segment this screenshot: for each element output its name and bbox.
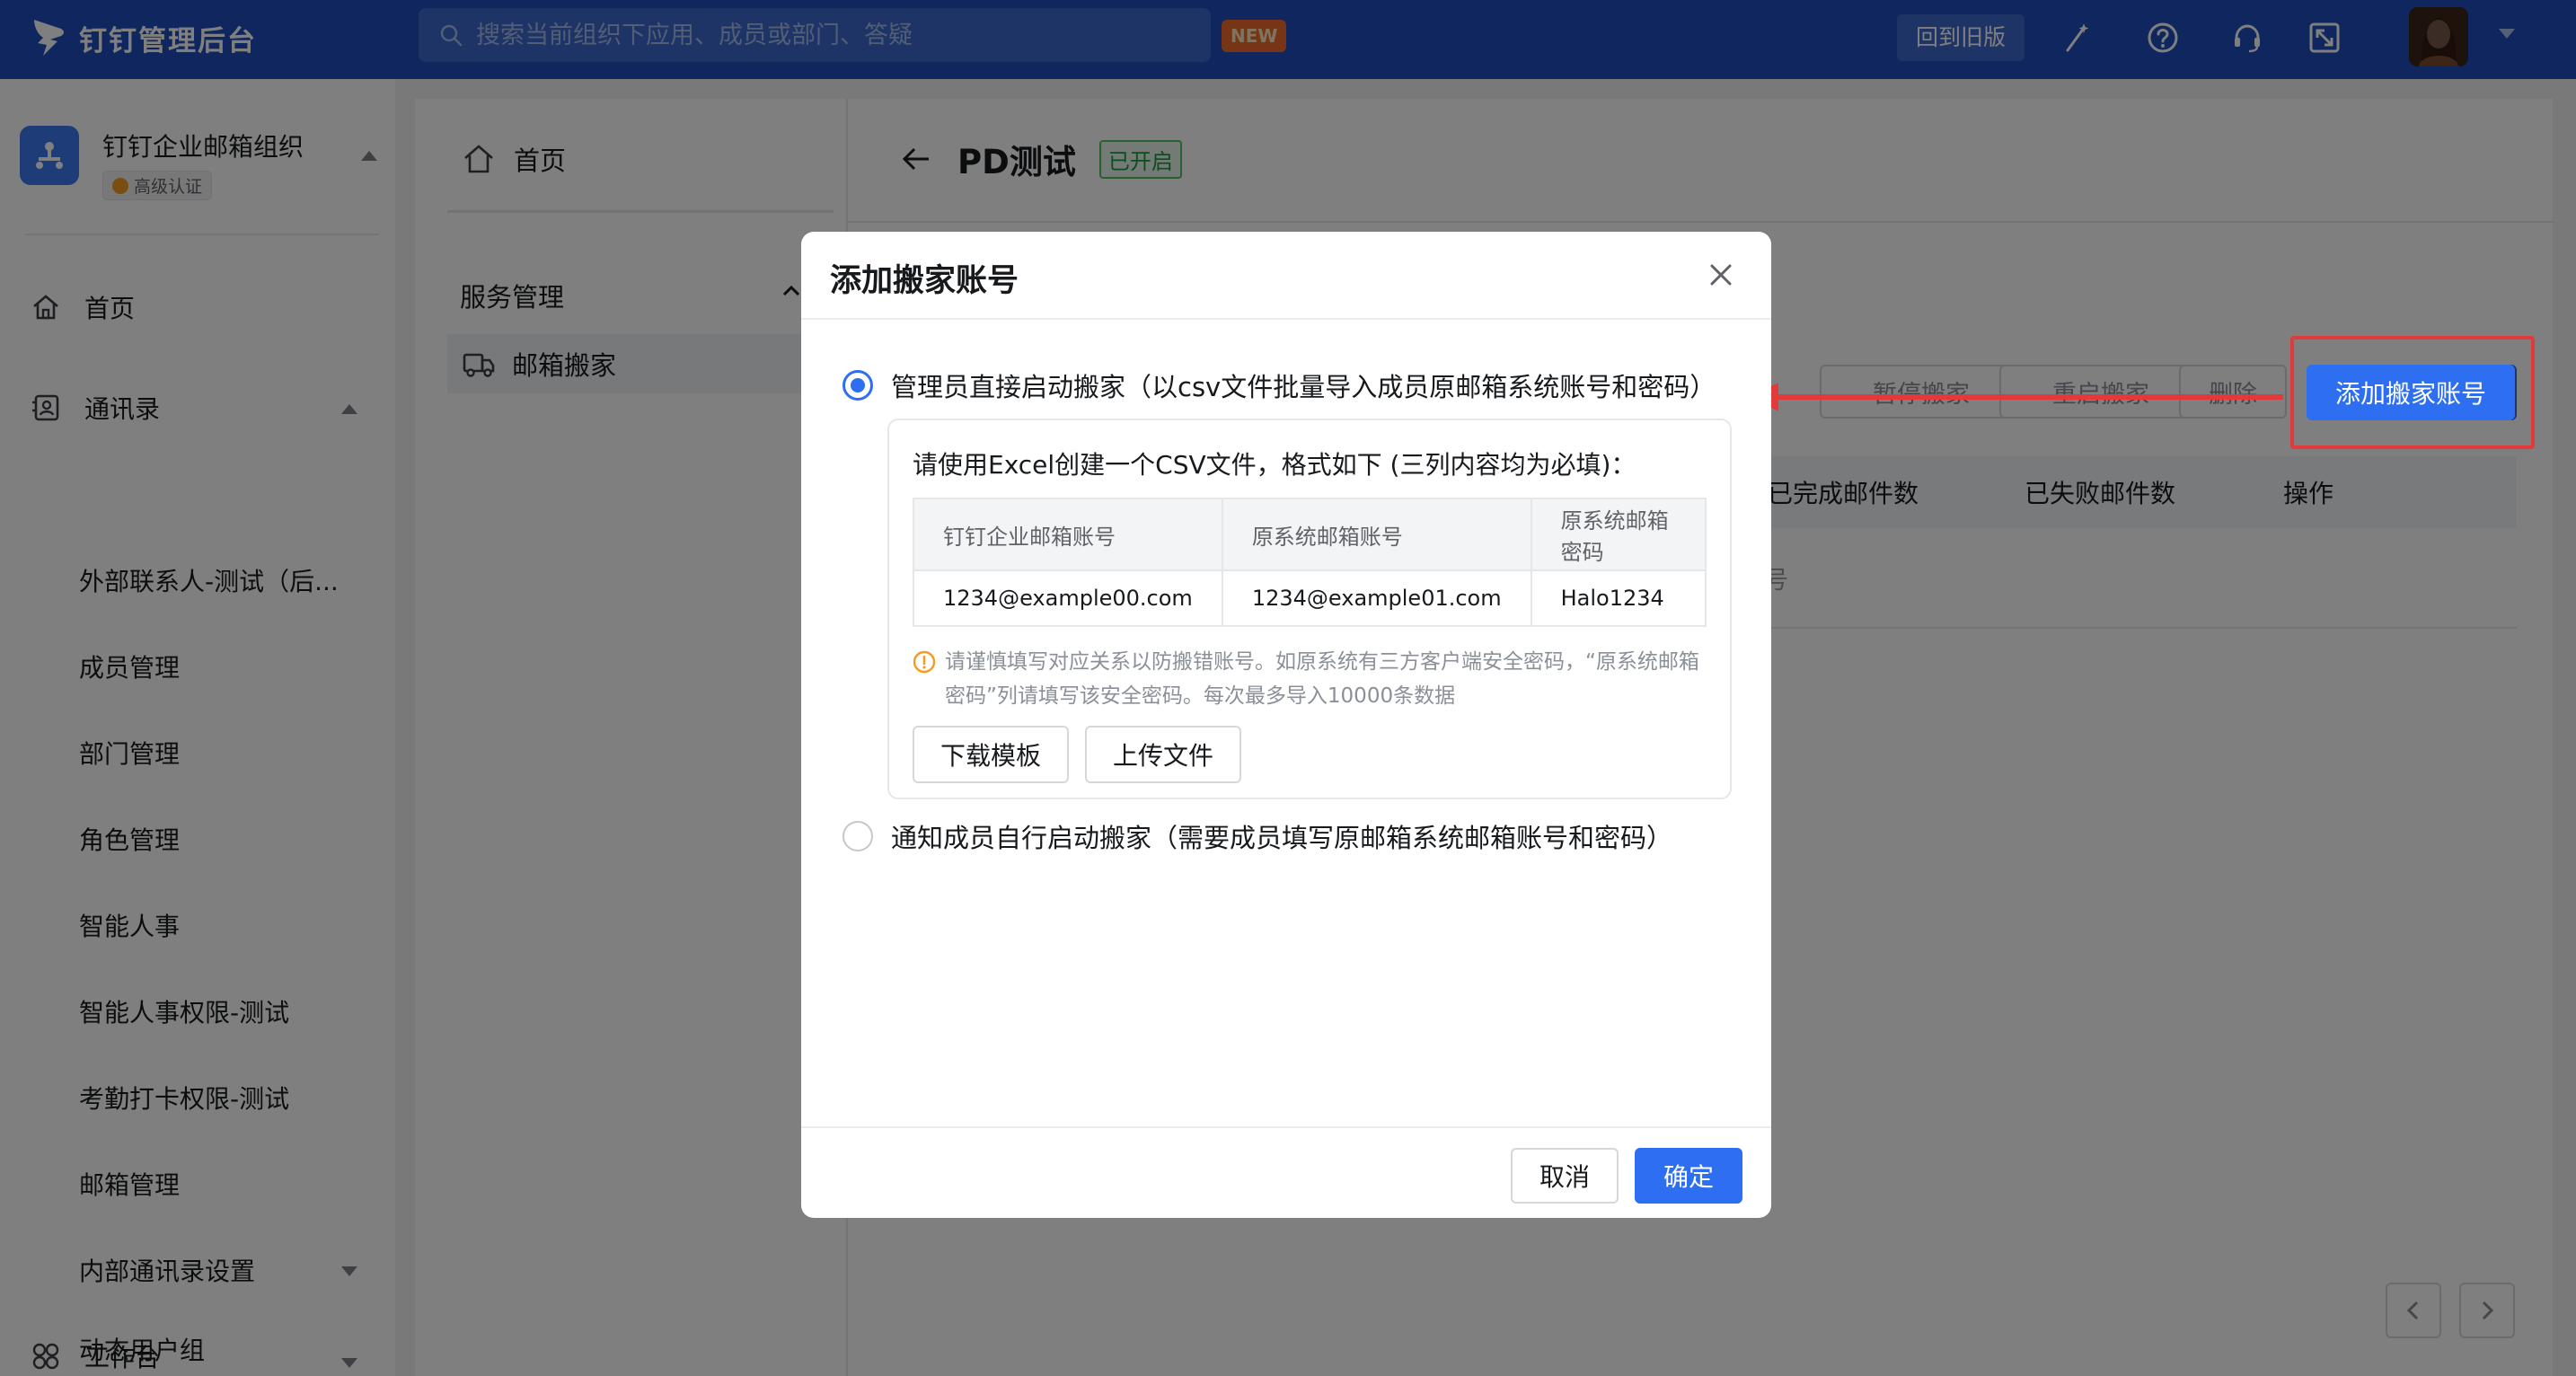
csv-instructions-box: 请使用Excel创建一个CSV文件，格式如下 (三列内容均为必填)： 钉钉企业邮… <box>887 419 1732 799</box>
close-icon[interactable] <box>1705 259 1737 291</box>
csv-instructions-title: 请使用Excel创建一个CSV文件，格式如下 (三列内容均为必填)： <box>913 450 1636 480</box>
add-migration-account-dialog: 添加搬家账号 管理员直接启动搬家（以csv文件批量导入成员原邮箱系统账号和密码）… <box>801 232 1771 1218</box>
csv-warning: 请谨慎填写对应关系以防搬错账号。如原系统有三方客户端安全密码，“原系统邮箱密码”… <box>913 645 1707 713</box>
dialog-footer: 取消 确定 <box>801 1126 1771 1218</box>
option-admin-migration-label: 管理员直接启动搬家（以csv文件批量导入成员原邮箱系统账号和密码） <box>891 372 1716 402</box>
option-member-self-migration[interactable]: 通知成员自行启动搬家（需要成员填写原邮箱系统邮箱账号和密码） <box>842 817 1672 855</box>
dialog-title: 添加搬家账号 <box>830 263 1019 299</box>
upload-file-button[interactable]: 上传文件 <box>1085 726 1241 783</box>
download-template-button[interactable]: 下载模板 <box>913 726 1069 783</box>
table-row: 1234@example00.com 1234@example01.com Ha… <box>913 569 1707 627</box>
option-admin-migration[interactable]: 管理员直接启动搬家（以csv文件批量导入成员原邮箱系统账号和密码） <box>842 366 1716 404</box>
csv-warning-text: 请谨慎填写对应关系以防搬错账号。如原系统有三方客户端安全密码，“原系统邮箱密码”… <box>945 650 1699 708</box>
csv-cell-dingtalk-account: 1234@example00.com <box>913 569 1223 627</box>
csv-cell-source-account: 1234@example01.com <box>1221 569 1532 627</box>
confirm-button[interactable]: 确定 <box>1635 1148 1742 1204</box>
csv-header-source-password: 原系统邮箱密码 <box>1530 498 1707 571</box>
option-member-self-migration-label: 通知成员自行启动搬家（需要成员填写原邮箱系统邮箱账号和密码） <box>891 823 1673 853</box>
annotation-highlight-box <box>2290 336 2535 449</box>
radio-admin-migration[interactable] <box>842 370 873 401</box>
dialog-header: 添加搬家账号 <box>801 232 1771 320</box>
radio-member-self-migration[interactable] <box>842 821 873 851</box>
cancel-button[interactable]: 取消 <box>1511 1148 1619 1204</box>
csv-cell-source-password: Halo1234 <box>1530 569 1707 627</box>
csv-header-dingtalk-account: 钉钉企业邮箱账号 <box>913 498 1223 571</box>
warning-icon <box>913 650 936 674</box>
csv-header-source-account: 原系统邮箱账号 <box>1221 498 1532 571</box>
csv-format-table: 钉钉企业邮箱账号 原系统邮箱账号 原系统邮箱密码 1234@example00.… <box>913 498 1707 627</box>
